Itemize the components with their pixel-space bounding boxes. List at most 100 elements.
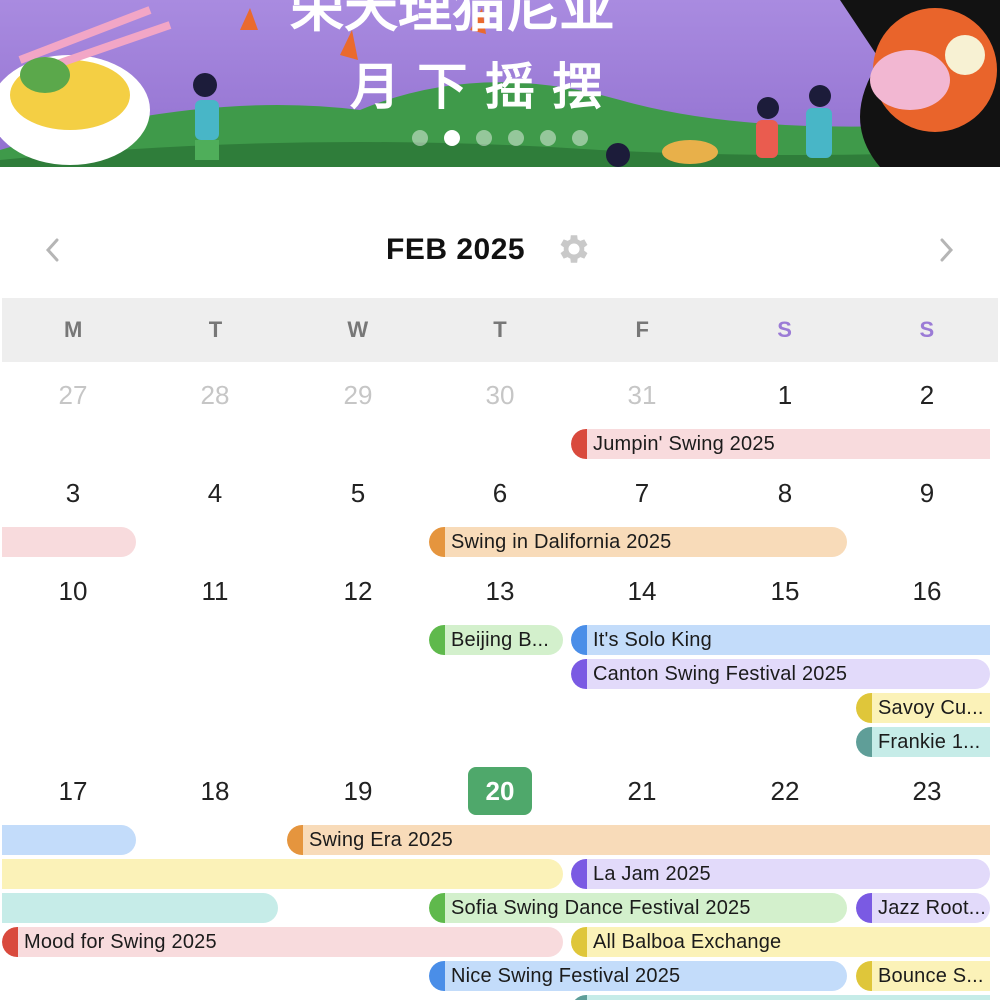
day-cell-today[interactable]: 20 [429, 774, 571, 808]
event-bar[interactable]: Frankie 1... [856, 727, 990, 757]
event-title: Swing in Dalifornia 2025 [451, 530, 672, 553]
event-color-marker [429, 625, 445, 655]
prev-month-button[interactable] [33, 230, 73, 270]
day-cell[interactable]: 16 [856, 574, 998, 608]
event-bar[interactable]: Savoy Cu... [856, 693, 990, 723]
carousel-dot[interactable] [476, 130, 492, 146]
chevron-right-icon [940, 238, 954, 262]
day-cell[interactable]: 8 [714, 476, 856, 510]
event-title: Jumpin' Swing 2025 [593, 432, 775, 455]
event-bar-continuation[interactable] [2, 825, 136, 855]
day-cell[interactable]: 19 [287, 774, 429, 808]
event-color-marker [571, 429, 587, 459]
banner-title-line2: 月 下 摇 摆 [350, 58, 602, 116]
month-title: FEB 2025 [386, 233, 526, 266]
day-cell[interactable]: 18 [144, 774, 286, 808]
carousel-dot[interactable] [540, 130, 556, 146]
event-color-marker [2, 927, 18, 957]
day-cell-outside-month[interactable]: 29 [287, 378, 429, 412]
carousel-dot[interactable] [508, 130, 524, 146]
day-cell[interactable]: 2 [856, 378, 998, 412]
event-bar[interactable]: Sofia Swing Dance Festival 2025 [429, 893, 847, 923]
event-bar-continuation[interactable] [2, 893, 278, 923]
day-cell-outside-month[interactable]: 27 [2, 378, 144, 412]
event-title: Jazz Root... [878, 896, 986, 919]
event-color-marker [429, 527, 445, 557]
day-cell[interactable]: 21 [571, 774, 713, 808]
event-color-marker [856, 693, 872, 723]
day-cell[interactable]: 22 [714, 774, 856, 808]
day-cell[interactable]: 9 [856, 476, 998, 510]
event-title: Canton Swing Festival 2025 [593, 662, 848, 685]
day-cell[interactable]: 7 [571, 476, 713, 510]
event-bar[interactable]: Bounce S... [856, 961, 990, 991]
day-cell-outside-month[interactable]: 30 [429, 378, 571, 412]
weekday-label: T [493, 317, 507, 342]
event-color-marker [429, 893, 445, 923]
event-bar-partial[interactable] [571, 995, 990, 1000]
day-cell[interactable]: 6 [429, 476, 571, 510]
event-color-marker [571, 859, 587, 889]
event-title: Swing Era 2025 [309, 828, 454, 851]
day-cell[interactable]: 3 [2, 476, 144, 510]
day-cell[interactable]: 13 [429, 574, 571, 608]
weekday-label: T [208, 317, 223, 342]
day-cell[interactable]: 14 [571, 574, 713, 608]
next-month-button[interactable] [926, 230, 966, 270]
event-color-marker [856, 727, 872, 757]
event-title: It's Solo King [593, 628, 712, 651]
carousel-dot[interactable] [412, 130, 428, 146]
event-title: Bounce S... [878, 964, 984, 987]
event-bar[interactable]: Jazz Root... [856, 893, 990, 923]
carousel-indicator[interactable] [412, 130, 588, 146]
promo-banner[interactable]: 荣天理猫尼亚 月 下 摇 摆 [0, 0, 1000, 167]
day-cell-outside-month[interactable]: 31 [571, 378, 713, 412]
event-bar-continuation[interactable] [2, 527, 136, 557]
day-cell[interactable]: 4 [144, 476, 286, 510]
event-bar[interactable]: All Balboa Exchange [571, 927, 990, 957]
weekday-label-sunday: S [919, 317, 935, 342]
day-cell-outside-month[interactable]: 28 [144, 378, 286, 412]
event-title: Sofia Swing Dance Festival 2025 [451, 896, 751, 919]
day-cell[interactable]: 15 [714, 574, 856, 608]
event-color-marker [429, 961, 445, 991]
event-title: La Jam 2025 [593, 862, 711, 885]
day-cell[interactable]: 1 [714, 378, 856, 412]
event-title: Beijing B... [451, 628, 550, 651]
day-cell[interactable]: 12 [287, 574, 429, 608]
carousel-dot[interactable] [572, 130, 588, 146]
weekday-header: M T W T F S S [2, 298, 998, 362]
weekday-label-saturday: S [777, 317, 792, 342]
event-color-marker [571, 659, 587, 689]
weekday-label: F [635, 317, 649, 342]
event-bar[interactable]: La Jam 2025 [571, 859, 990, 889]
event-title: Nice Swing Festival 2025 [451, 964, 681, 987]
event-bar[interactable]: It's Solo King [571, 625, 990, 655]
event-color-marker [571, 927, 587, 957]
chevron-left-icon [45, 238, 59, 262]
event-title: Savoy Cu... [878, 696, 984, 719]
event-color-marker [571, 995, 587, 1000]
carousel-dot-active[interactable] [444, 130, 460, 146]
event-bar[interactable]: Beijing B... [429, 625, 563, 655]
weekday-label: W [347, 317, 369, 342]
day-cell[interactable]: 17 [2, 774, 144, 808]
event-title: All Balboa Exchange [593, 930, 782, 953]
event-color-marker [856, 893, 872, 923]
day-cell[interactable]: 11 [144, 574, 286, 608]
event-bar[interactable]: Canton Swing Festival 2025 [571, 659, 990, 689]
event-bar[interactable]: Swing Era 2025 [287, 825, 990, 855]
event-color-marker [856, 961, 872, 991]
event-bar-continuation[interactable] [2, 859, 563, 889]
event-color-marker [287, 825, 303, 855]
gear-icon[interactable] [555, 230, 593, 268]
day-cell[interactable]: 23 [856, 774, 998, 808]
event-bar[interactable]: Jumpin' Swing 2025 [571, 429, 990, 459]
event-title: Frankie 1... [878, 730, 981, 753]
day-cell[interactable]: 5 [287, 476, 429, 510]
event-bar[interactable]: Swing in Dalifornia 2025 [429, 527, 847, 557]
event-bar[interactable]: Mood for Swing 2025 [2, 927, 563, 957]
event-bar[interactable]: Nice Swing Festival 2025 [429, 961, 847, 991]
weekday-label: M [63, 317, 83, 342]
day-cell[interactable]: 10 [2, 574, 144, 608]
